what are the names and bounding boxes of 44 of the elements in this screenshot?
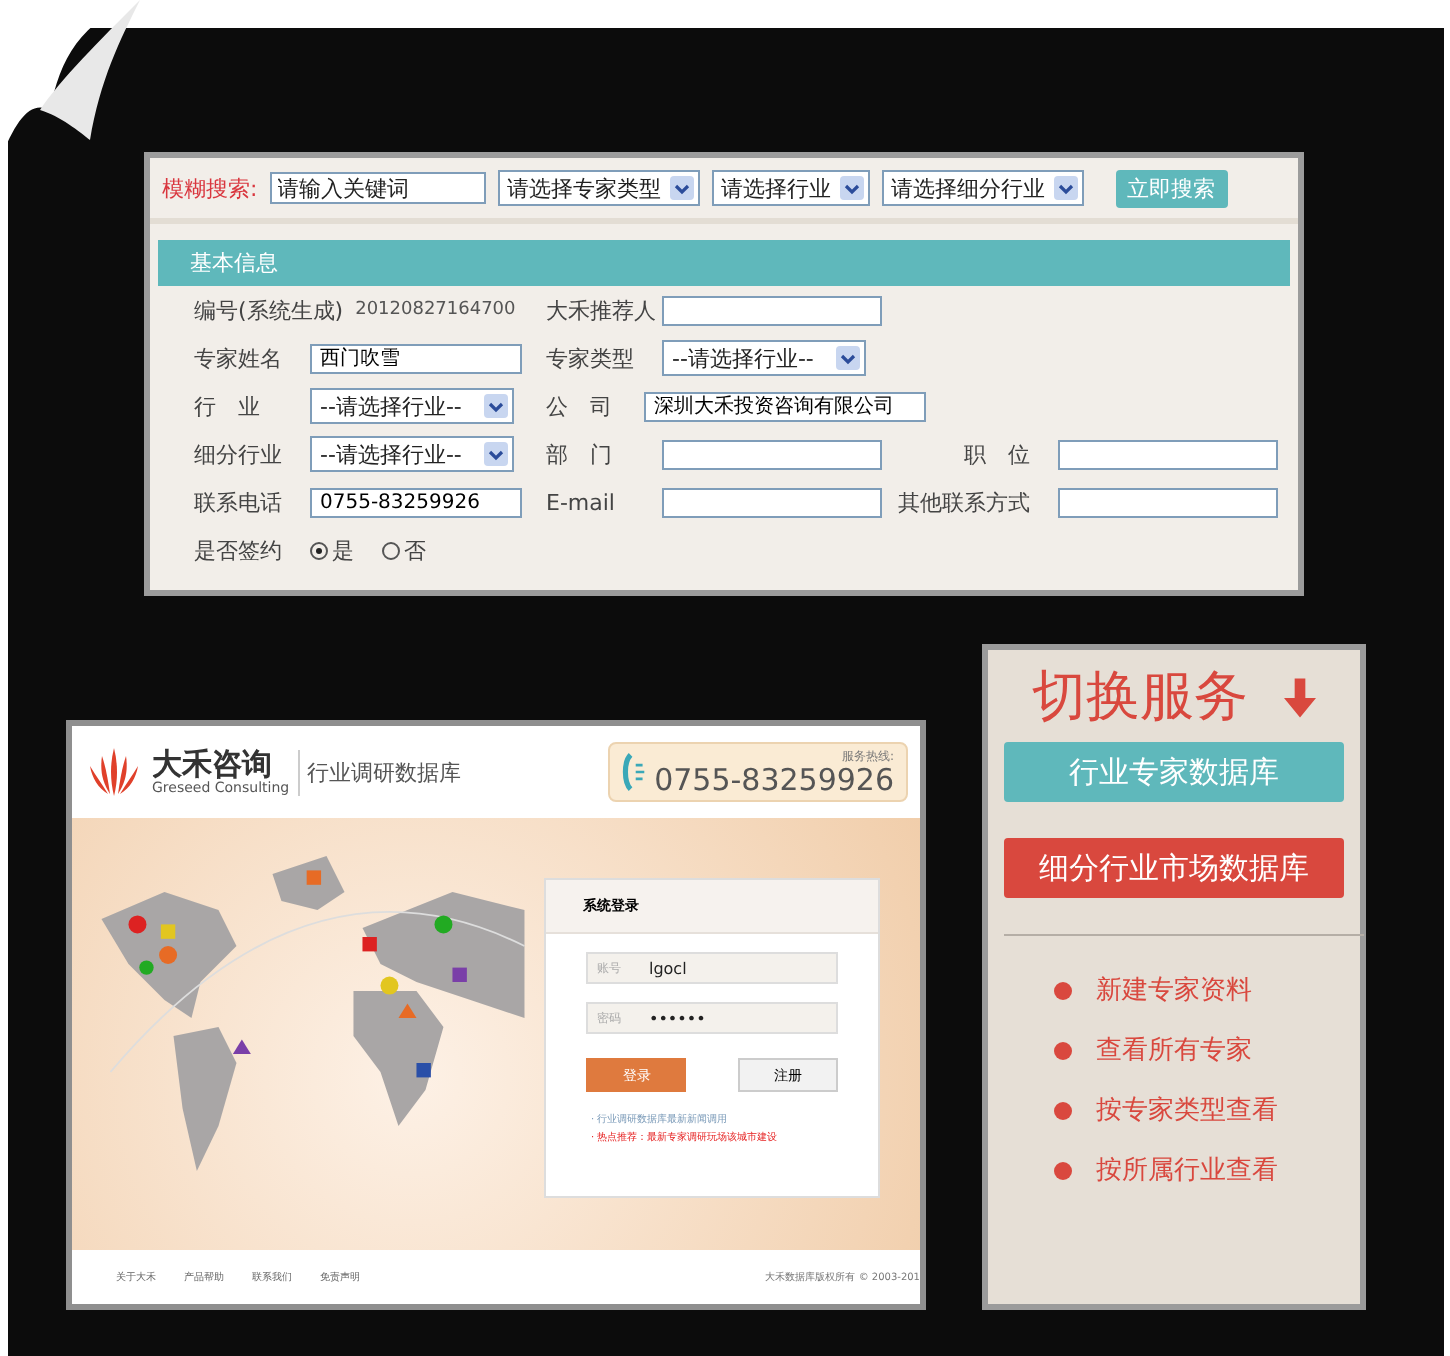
field-label: 其他联系方式	[898, 487, 1030, 517]
dropdown[interactable]: --请选择行业--	[310, 388, 514, 424]
section-header: 基本信息	[158, 240, 1290, 286]
brand-name: 大禾咨询	[152, 749, 274, 779]
dropdown[interactable]: --请选择行业--	[310, 436, 514, 472]
service-button[interactable]: 细分行业市场数据库	[1004, 838, 1344, 898]
keyword-field[interactable]: 请输入关键词	[269, 172, 486, 204]
input-field[interactable]: 0755-83259926	[310, 487, 522, 517]
field-label: 专家姓名	[194, 343, 284, 373]
field-label: 公 司	[546, 391, 614, 421]
product-name: 行业调研数据库	[307, 757, 462, 787]
bullet-icon	[1054, 1041, 1072, 1059]
input-field[interactable]	[1058, 439, 1278, 469]
field-label: 联系电话	[194, 487, 284, 517]
dropdown[interactable]: 请选择细分行业	[881, 170, 1084, 206]
id-value: 20120827164700	[355, 300, 516, 320]
input-field[interactable]: 西门吹雪	[310, 343, 522, 373]
field-label: 细分行业	[194, 439, 284, 469]
input-field[interactable]	[662, 439, 882, 469]
input-field[interactable]: 深圳大禾投资咨询有限公司	[644, 391, 926, 421]
input-field[interactable]	[662, 295, 882, 325]
dropdown[interactable]: --请选择行业--	[662, 340, 866, 376]
field-label: 专家类型	[546, 343, 636, 373]
field-label: 部 门	[546, 439, 614, 469]
bullet-icon	[1054, 1161, 1072, 1179]
field-label: 职 位	[964, 439, 1030, 469]
bullet-icon	[1054, 981, 1072, 999]
dropdown[interactable]: 请选择专家类型	[497, 170, 700, 206]
bullet-icon	[1054, 1101, 1072, 1119]
hotline-number: 0755-83259926	[654, 766, 894, 796]
field-label: 大禾推荐人	[546, 295, 650, 325]
field-label: E-mail	[546, 489, 617, 515]
search-label: 模糊搜索:	[162, 173, 258, 203]
phone-icon	[622, 750, 647, 794]
panel-title: 切换服务	[1032, 670, 1248, 724]
field-label: 是否签约	[194, 535, 284, 565]
input-field[interactable]	[662, 487, 882, 517]
field-label: 编号(系统生成)	[194, 295, 344, 325]
dropdown[interactable]: 请选择行业	[711, 170, 870, 206]
down-arrow-icon	[1284, 677, 1316, 717]
radio-option[interactable]: 是	[310, 535, 354, 565]
field-label: 行 业	[194, 391, 262, 421]
radio-option[interactable]: 否	[382, 535, 426, 565]
input-field[interactable]	[1058, 487, 1278, 517]
